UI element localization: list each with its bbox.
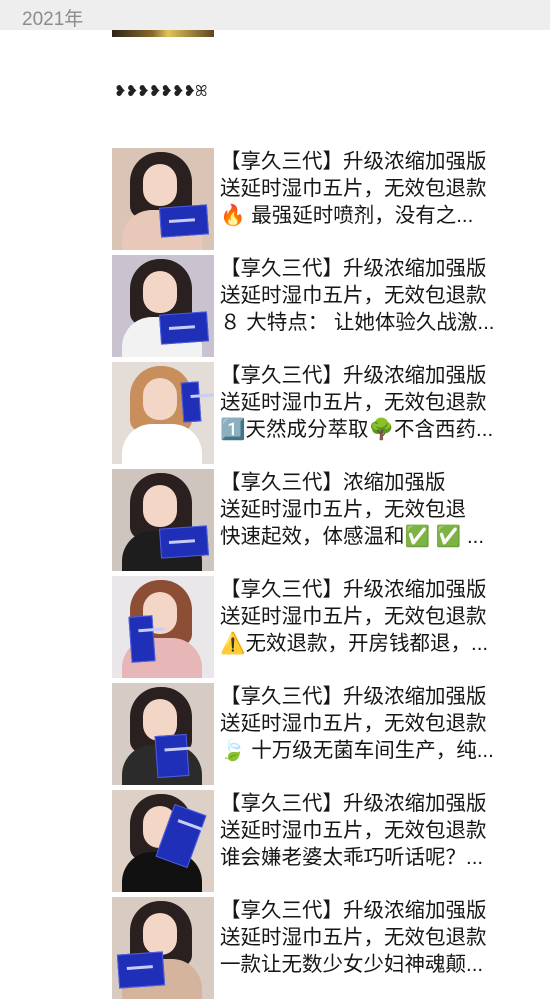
emoji-post-thumbnail[interactable]: ❥❥❥❥❥❥❥ꕤ [112, 42, 214, 146]
post-text[interactable]: 【享久三代】升级浓缩加强版 送延时湿巾五片，无效包退款 🍃 十万级无菌车间生产，… [220, 683, 540, 764]
post-subtitle-line: 送延时湿巾五片，无效包退款 [220, 926, 487, 949]
year-section-header: 2021年 [0, 0, 550, 30]
emoji-post-text: ❥❥❥❥❥❥❥ꕤ [114, 82, 207, 100]
post-text[interactable]: 【享久三代】升级浓缩加强版 送延时湿巾五片，无效包退款 谁会嫌老婆太乖巧听话呢？… [220, 790, 540, 871]
post-description-line: 谁会嫌老婆太乖巧听话呢？... [220, 846, 484, 869]
post-thumbnail[interactable] [112, 576, 214, 678]
post-item[interactable]: 【享久三代】升级浓缩加强版 送延时湿巾五片，无效包退款 ⚠️无效退款，开房钱都退… [0, 576, 550, 683]
post-item[interactable]: 【享久三代】升级浓缩加强版 送延时湿巾五片，无效包退款 ８ 大特点： 让她体验久… [0, 255, 550, 362]
post-thumbnail[interactable] [112, 897, 214, 999]
post-item[interactable]: 【享久三代】浓缩加强版 送延时湿巾五片，无效包退 快速起效，体感温和✅ ✅ ..… [0, 469, 550, 576]
post-description-line: 🍃 十万级无菌车间生产，纯... [220, 739, 494, 762]
post-text[interactable]: 【享久三代】升级浓缩加强版 送延时湿巾五片，无效包退款 ⚠️无效退款，开房钱都退… [220, 576, 540, 657]
post-text[interactable]: 【享久三代】升级浓缩加强版 送延时湿巾五片，无效包退款 一款让无数少女少妇神魂颠… [220, 897, 540, 978]
post-subtitle-line: 送延时湿巾五片，无效包退款 [220, 284, 487, 307]
post-title-line: 【享久三代】升级浓缩加强版 [220, 899, 487, 922]
post-subtitle-line: 送延时湿巾五片，无效包退款 [220, 819, 487, 842]
post-thumbnail[interactable] [112, 362, 214, 464]
post-title-line: 【享久三代】升级浓缩加强版 [220, 578, 487, 601]
post-text[interactable]: 【享久三代】升级浓缩加强版 送延时湿巾五片，无效包退款 1️⃣天然成分萃取🌳不含… [220, 362, 540, 443]
post-description-line: 快速起效，体感温和✅ ✅ ... [220, 525, 485, 548]
post-title-line: 【享久三代】升级浓缩加强版 [220, 150, 487, 173]
post-title-line: 【享久三代】升级浓缩加强版 [220, 364, 487, 387]
post-description-line: ⚠️无效退款，开房钱都退，... [220, 632, 489, 655]
post-list: 【享久三代】升级浓缩加强版 送延时湿巾五片，无效包退款 🔥 最强延时喷剂，没有之… [0, 148, 550, 1001]
post-title-line: 【享久三代】浓缩加强版 [220, 471, 446, 494]
post-item[interactable]: 【享久三代】升级浓缩加强版 送延时湿巾五片，无效包退款 一款让无数少女少妇神魂颠… [0, 897, 550, 1001]
post-thumbnail[interactable] [112, 790, 214, 892]
post-description-line: ８ 大特点： 让她体验久战激... [220, 311, 495, 334]
previous-post-thumbnail[interactable] [112, 30, 214, 37]
post-title-line: 【享久三代】升级浓缩加强版 [220, 685, 487, 708]
post-item[interactable]: 【享久三代】升级浓缩加强版 送延时湿巾五片，无效包退款 1️⃣天然成分萃取🌳不含… [0, 362, 550, 469]
post-text[interactable]: 【享久三代】升级浓缩加强版 送延时湿巾五片，无效包退款 ８ 大特点： 让她体验久… [220, 255, 540, 336]
post-thumbnail[interactable] [112, 469, 214, 571]
post-subtitle-line: 送延时湿巾五片，无效包退款 [220, 712, 487, 735]
year-label: 2021年 [22, 9, 84, 30]
post-subtitle-line: 送延时湿巾五片，无效包退款 [220, 605, 487, 628]
post-thumbnail[interactable] [112, 255, 214, 357]
post-subtitle-line: 送延时湿巾五片，无效包退 [220, 498, 466, 521]
post-subtitle-line: 送延时湿巾五片，无效包退款 [220, 177, 487, 200]
post-item[interactable]: 【享久三代】升级浓缩加强版 送延时湿巾五片，无效包退款 🔥 最强延时喷剂，没有之… [0, 148, 550, 255]
post-title-line: 【享久三代】升级浓缩加强版 [220, 257, 487, 280]
post-description-line: 🔥 最强延时喷剂，没有之... [220, 204, 474, 227]
post-thumbnail[interactable] [112, 683, 214, 785]
post-text[interactable]: 【享久三代】浓缩加强版 送延时湿巾五片，无效包退 快速起效，体感温和✅ ✅ ..… [220, 469, 540, 550]
post-title-line: 【享久三代】升级浓缩加强版 [220, 792, 487, 815]
post-thumbnail[interactable] [112, 148, 214, 250]
post-text[interactable]: 【享久三代】升级浓缩加强版 送延时湿巾五片，无效包退款 🔥 最强延时喷剂，没有之… [220, 148, 540, 229]
post-item[interactable]: 【享久三代】升级浓缩加强版 送延时湿巾五片，无效包退款 🍃 十万级无菌车间生产，… [0, 683, 550, 790]
post-subtitle-line: 送延时湿巾五片，无效包退款 [220, 391, 487, 414]
post-item[interactable]: 【享久三代】升级浓缩加强版 送延时湿巾五片，无效包退款 谁会嫌老婆太乖巧听话呢？… [0, 790, 550, 897]
post-description-line: 一款让无数少女少妇神魂颠... [220, 953, 484, 976]
post-description-line: 1️⃣天然成分萃取🌳不含西药... [220, 418, 494, 441]
